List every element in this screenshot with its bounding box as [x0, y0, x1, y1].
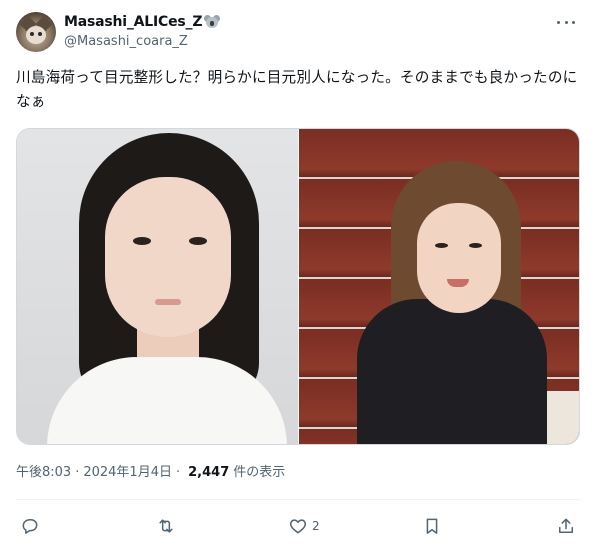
author-avatar[interactable]	[16, 12, 56, 52]
reply-icon	[22, 519, 38, 534]
like-count: 2	[312, 519, 320, 533]
retweet-icon	[159, 519, 173, 533]
divider	[16, 499, 581, 500]
share-button[interactable]	[556, 514, 576, 538]
share-icon	[559, 518, 573, 533]
koala-icon	[204, 15, 221, 29]
author-name-line[interactable]: Masashi_ALICes_Z	[64, 13, 221, 31]
photo-right[interactable]	[298, 129, 579, 444]
tweet-date[interactable]: 2024年1月4日	[83, 464, 172, 482]
author-display-name[interactable]: Masashi_ALICes_Z	[64, 13, 202, 31]
meta-separator: ·	[75, 465, 80, 480]
retweet-button[interactable]	[156, 514, 176, 538]
action-bar: 2	[16, 514, 581, 538]
meta-separator-2: ·	[175, 465, 181, 480]
more-options-icon[interactable]	[557, 14, 575, 30]
like-button[interactable]: 2	[288, 514, 320, 538]
tweet-time[interactable]: 午後8:03	[16, 464, 71, 482]
bookmark-icon	[426, 518, 438, 534]
photo-left[interactable]	[17, 129, 298, 444]
tweet-header: Masashi_ALICes_Z @Masashi_coara_Z	[16, 12, 577, 52]
author-handle[interactable]: @Masashi_coara_Z	[64, 33, 188, 50]
tweet-meta: 午後8:03 · 2024年1月4日 · 2,447 件の表示	[16, 464, 285, 482]
tweet-text: 川島海荷って目元整形した？明らかに目元別人になった。そのままでも良かったのになぁ	[16, 69, 578, 110]
tweet-media	[16, 128, 580, 445]
heart-icon	[289, 519, 307, 534]
views-label: 件の表示	[233, 465, 286, 480]
views-count: 2,447	[188, 465, 230, 480]
reply-button[interactable]	[20, 514, 40, 538]
bookmark-button[interactable]	[422, 514, 442, 538]
